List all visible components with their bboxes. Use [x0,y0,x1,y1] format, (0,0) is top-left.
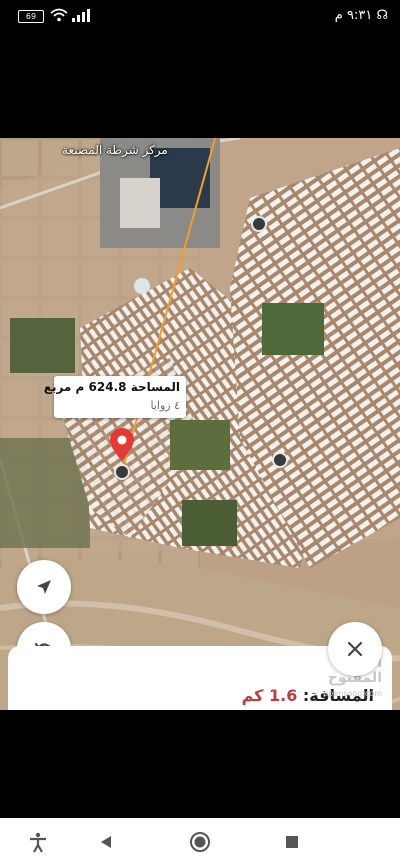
recents-icon[interactable] [280,830,304,854]
navigation-arrow-icon [37,580,51,594]
wifi-icon [50,8,68,22]
close-icon [347,641,363,657]
system-nav-bar [0,818,400,866]
close-button[interactable] [328,622,382,676]
status-time: ٩:٣١ م ☊ [334,8,388,23]
location-pin-icon[interactable] [108,428,136,462]
accessibility-icon[interactable] [26,830,50,854]
corner-point[interactable] [272,452,288,468]
satellite-map[interactable] [0,138,400,710]
notification-icon: ☊ [376,8,388,23]
police-station-icon [134,278,150,294]
place-label: مركز شرطة المصنعة [62,143,168,157]
area-popup[interactable]: المساحة 624.8 م مربع ٤ زوايا [44,376,186,418]
back-icon[interactable] [94,830,118,854]
status-bar: 69 ٩:٣١ م ☊ [0,0,400,34]
area-line: المساحة 624.8 م مربع [43,380,180,394]
corner-point[interactable] [251,216,267,232]
my-location-button[interactable] [17,560,71,614]
signal-icon [72,9,90,22]
home-icon[interactable] [188,830,212,854]
battery-icon: 69 [18,10,44,23]
corner-point[interactable] [114,464,130,480]
corners-label: ٤ زوايا [150,399,180,412]
